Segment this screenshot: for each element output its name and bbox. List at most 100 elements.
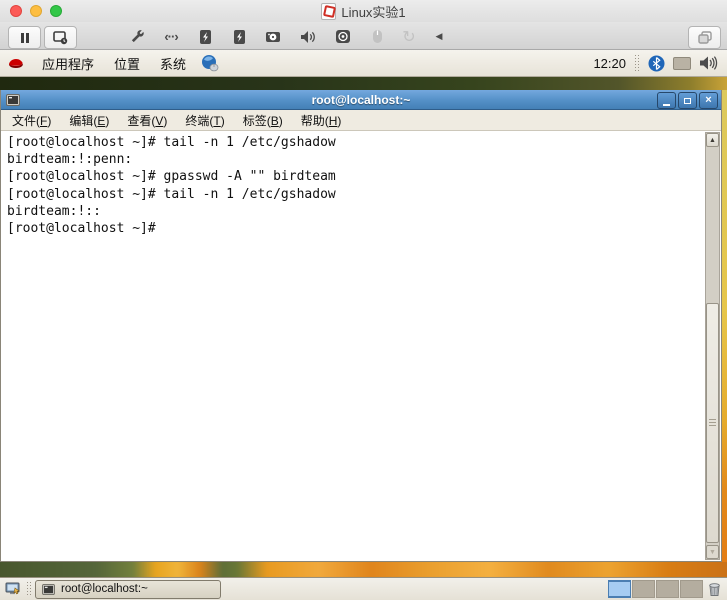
keyboard-indicator-icon[interactable] [673, 57, 691, 70]
workspace-2[interactable] [632, 580, 655, 598]
maximize-icon [684, 98, 691, 104]
panel-menu-system[interactable]: 系统 [150, 50, 196, 76]
hard-disk-icon [199, 29, 212, 45]
scroll-up-icon: ▲ [709, 137, 716, 144]
speaker-icon [300, 30, 316, 44]
panel-status-area: 12:20 [593, 50, 727, 76]
terminal-window: root@localhost:~ × 文件(F) 编辑(E) 查看(V) 终端(… [0, 90, 722, 562]
terminal-body[interactable]: [root@localhost ~]# tail -n 1 /etc/gshad… [1, 131, 721, 561]
terminal-line: [root@localhost ~]# gpasswd -A "" birdte… [7, 168, 701, 185]
menu-tabs[interactable]: 标签(B) [234, 112, 292, 129]
terminal-line: birdteam:!:: [7, 203, 701, 220]
network-adapter-icon: ‹··› [164, 29, 177, 44]
collapse-toolbar-icon: ◀ [436, 31, 443, 42]
web-browser-launcher[interactable] [196, 50, 223, 76]
close-icon: × [705, 95, 711, 106]
show-desktop-button[interactable] [0, 578, 26, 600]
menu-terminal[interactable]: 终端(T) [176, 112, 233, 129]
show-desktop-icon [5, 582, 21, 596]
vmware-fusion-window: Linux实验1 ‹··› [0, 0, 727, 600]
panel-menu-places[interactable]: 位置 [104, 50, 150, 76]
window-title: Linux实验1 [341, 2, 405, 21]
wrench-icon [130, 29, 145, 44]
collapse-toolbar-button[interactable]: ◀ [424, 26, 454, 47]
task-label: root@localhost:~ [61, 583, 148, 595]
sync-button[interactable]: ↻ [394, 26, 424, 47]
network-adapter-button[interactable]: ‹··› [156, 26, 186, 47]
desktop-wallpaper-bottom [0, 562, 727, 577]
overlapping-windows-icon [698, 31, 712, 44]
web-browser-icon [200, 54, 219, 72]
workspace-1[interactable] [608, 580, 631, 598]
taskbar-terminal-task[interactable]: root@localhost:~ [35, 580, 221, 599]
vm-settings-button[interactable] [122, 26, 152, 47]
terminal-icon [6, 94, 20, 106]
terminal-close-button[interactable]: × [699, 92, 718, 109]
places-label: 位置 [114, 54, 140, 73]
workspace-4[interactable] [680, 580, 703, 598]
system-label: 系统 [160, 54, 186, 73]
menu-file[interactable]: 文件(F) [3, 112, 60, 129]
scroll-down-button[interactable]: ▼ [706, 545, 719, 559]
scroll-down-icon: ▼ [709, 549, 716, 556]
cd-drive-icon [265, 30, 281, 44]
hard-disk-1-button[interactable] [190, 26, 220, 47]
scroll-up-button[interactable]: ▲ [706, 133, 719, 147]
sound-button[interactable] [293, 26, 323, 47]
bluetooth-icon[interactable] [648, 55, 665, 72]
fullscreen-button[interactable] [688, 26, 721, 49]
scrollbar-thumb[interactable] [706, 303, 719, 543]
pause-icon [19, 32, 31, 44]
gnome-bottom-panel: root@localhost:~ [0, 577, 727, 600]
volume-icon[interactable] [699, 55, 719, 71]
panel-menus: 应用程序 位置 系统 [0, 50, 223, 76]
cd-drive-button[interactable] [258, 26, 288, 47]
desktop-wallpaper-top [0, 77, 727, 90]
terminal-scrollbar[interactable]: ▲ ▼ [705, 132, 720, 560]
terminal-window-controls: × [657, 92, 718, 109]
window-title-area: Linux实验1 [0, 0, 727, 22]
terminal-titlebar[interactable]: root@localhost:~ × [1, 90, 721, 110]
panel-menu-applications[interactable]: 应用程序 [32, 50, 104, 76]
terminal-output: [root@localhost ~]# tail -n 1 /etc/gshad… [7, 134, 701, 237]
menu-edit[interactable]: 编辑(E) [60, 112, 118, 129]
menu-help[interactable]: 帮助(H) [292, 112, 351, 129]
panel-drag-handle[interactable] [634, 54, 640, 72]
redhat-icon [6, 55, 26, 71]
terminal-menubar: 文件(F) 编辑(E) 查看(V) 终端(T) 标签(B) 帮助(H) [1, 110, 721, 131]
gnome-top-panel: 应用程序 位置 系统 12:20 [0, 50, 727, 77]
terminal-icon [42, 584, 55, 595]
terminal-maximize-button[interactable] [678, 92, 697, 109]
terminal-line: birdteam:!:penn: [7, 151, 701, 168]
vm-document-icon [321, 3, 336, 20]
usb-mouse-icon [372, 29, 383, 44]
terminal-minimize-button[interactable] [657, 92, 676, 109]
taskbar-right-area [607, 580, 727, 598]
usb-device-button[interactable] [362, 26, 392, 47]
scrollbar-grip [709, 419, 716, 427]
vm-toolbar: ‹··› [0, 22, 727, 50]
camera-icon [335, 29, 351, 44]
redhat-menu-button[interactable] [0, 50, 32, 76]
terminal-line: [root@localhost ~]# tail -n 1 /etc/gshad… [7, 186, 701, 203]
terminal-line: [root@localhost ~]# tail -n 1 /etc/gshad… [7, 134, 701, 151]
snapshot-icon [53, 31, 68, 45]
pause-vm-button[interactable] [8, 26, 41, 49]
panel-clock[interactable]: 12:20 [593, 56, 626, 71]
terminal-line: [root@localhost ~]# [7, 220, 701, 237]
minimize-icon [663, 104, 670, 106]
sync-icon: ↻ [402, 27, 415, 47]
terminal-title: root@localhost:~ [1, 93, 721, 107]
taskbar-drag-handle[interactable] [26, 581, 32, 597]
applications-label: 应用程序 [42, 54, 94, 73]
trash-icon[interactable] [707, 581, 722, 597]
workspace-3[interactable] [656, 580, 679, 598]
menu-view[interactable]: 查看(V) [118, 112, 176, 129]
hard-disk-2-button[interactable] [224, 26, 254, 47]
snapshot-button[interactable] [44, 26, 77, 49]
camera-button[interactable] [328, 26, 358, 47]
workspace-switcher [607, 580, 703, 598]
desktop-wallpaper-right [722, 90, 727, 577]
mac-titlebar: Linux实验1 [0, 0, 727, 22]
hard-disk-icon [233, 29, 246, 45]
